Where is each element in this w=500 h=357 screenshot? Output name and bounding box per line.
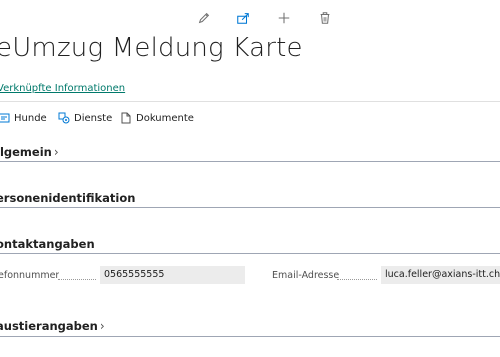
dotted-leader [337, 278, 377, 280]
share-icon[interactable] [235, 10, 251, 26]
action-label: Dienste [74, 112, 113, 124]
section-title: ersonenidentifikation [0, 191, 136, 205]
plus-icon[interactable] [276, 10, 292, 26]
section-divider [0, 336, 500, 337]
chevron-right-icon: › [53, 145, 59, 159]
section-kontaktangaben[interactable]: ontaktangaben [0, 237, 95, 251]
action-dokumente[interactable]: Dokumente [120, 110, 194, 126]
action-label: Hunde [14, 112, 47, 124]
services-icon [58, 112, 70, 124]
action-dienste[interactable]: Dienste [58, 110, 112, 126]
document-icon [120, 112, 132, 124]
section-divider [0, 161, 500, 162]
pencil-icon[interactable] [196, 10, 212, 26]
section-title: austierangaben [0, 319, 98, 333]
trash-icon[interactable] [317, 10, 333, 26]
phone-field[interactable]: 0565555555 [100, 266, 245, 284]
card-page: eUmzug Meldung Karte Verknüpfte Informat… [0, 0, 500, 357]
action-label: Dokumente [136, 112, 194, 124]
dotted-leader [58, 278, 96, 280]
phone-label: efonnummer [0, 270, 60, 281]
email-field[interactable]: luca.feller@axians-itt.ch [381, 266, 500, 284]
related-info-link[interactable]: Verknüpfte Informationen [0, 83, 125, 94]
action-hunde[interactable]: Hunde [0, 110, 47, 126]
page-title: eUmzug Meldung Karte [0, 33, 303, 63]
email-label: Email-Adresse [272, 270, 340, 281]
section-title: llgemein [0, 145, 52, 159]
section-haustierangaben[interactable]: austierangaben › [0, 319, 105, 333]
chevron-right-icon: › [99, 319, 105, 333]
section-divider [0, 253, 500, 254]
section-title: ontaktangaben [0, 237, 95, 251]
divider [0, 101, 500, 102]
section-allgemein[interactable]: llgemein › [0, 145, 59, 159]
section-divider [0, 207, 500, 208]
section-personenidentifikation[interactable]: ersonenidentifikation [0, 191, 135, 205]
dog-list-icon [0, 112, 10, 124]
